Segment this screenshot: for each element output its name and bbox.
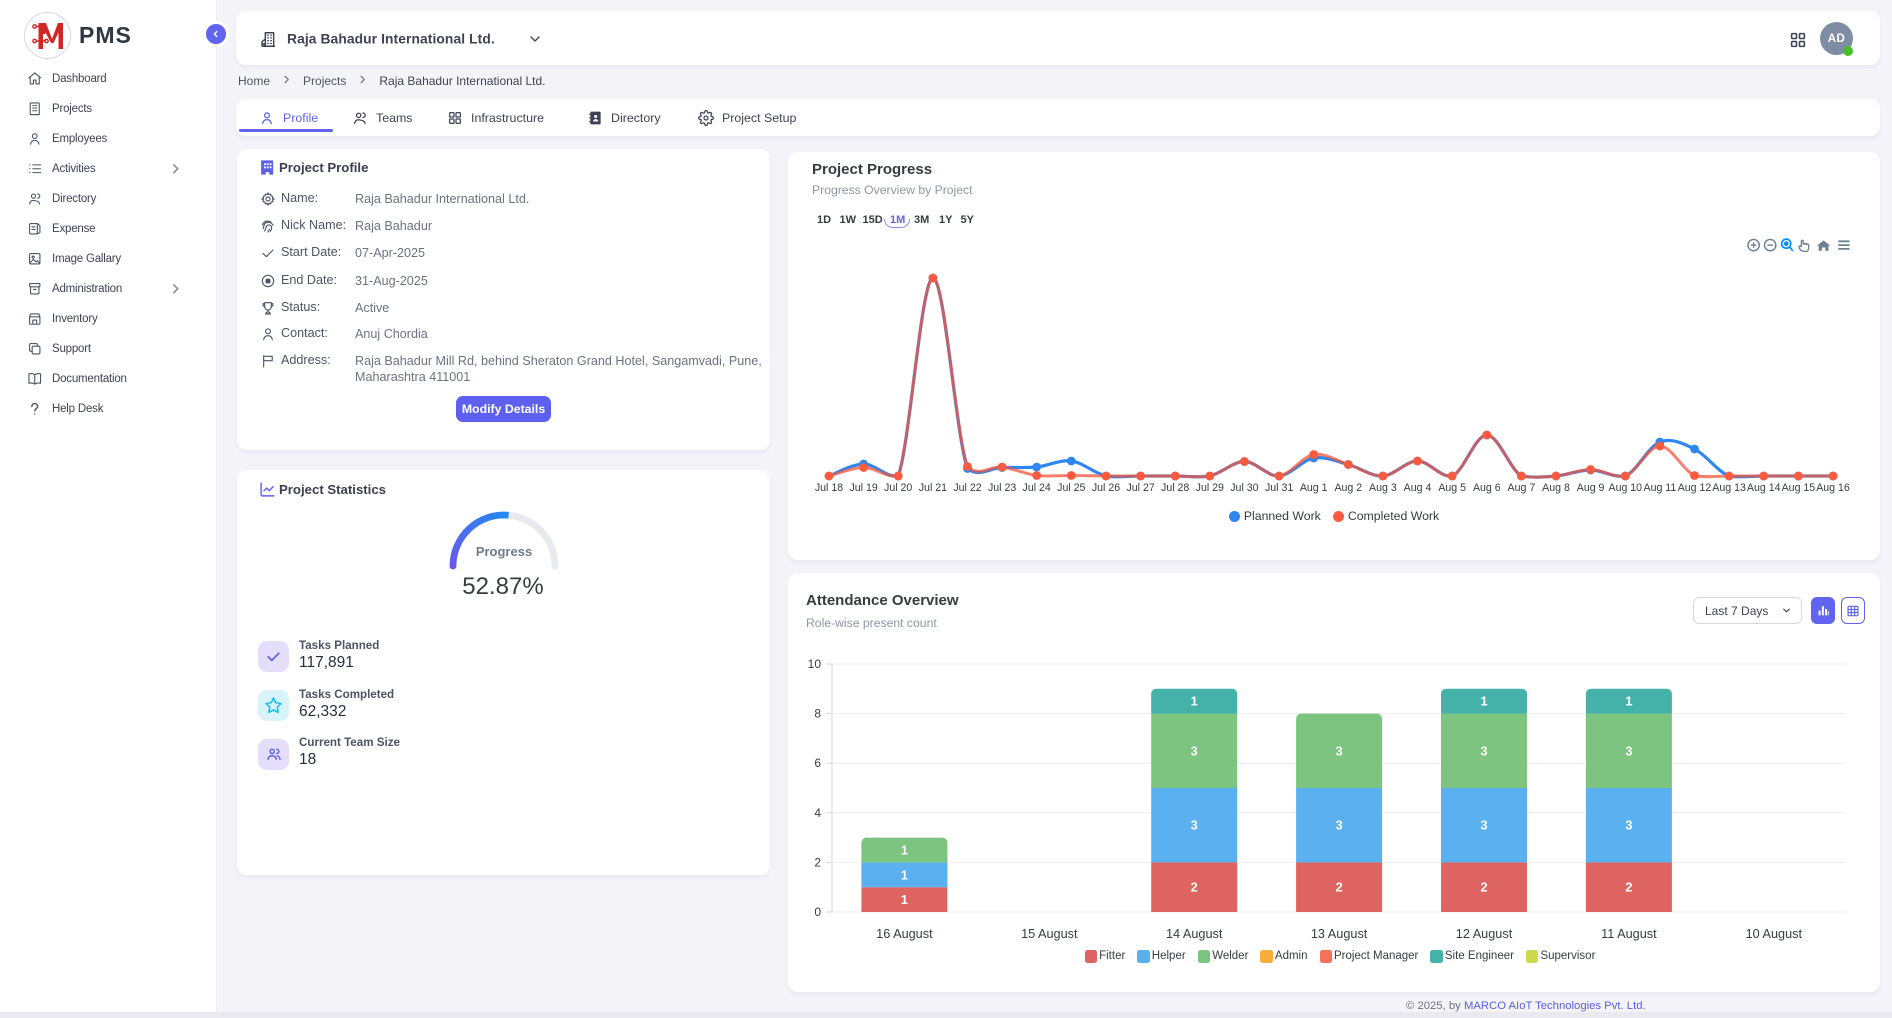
svg-text:1: 1 [901,893,908,907]
svg-text:3: 3 [1191,744,1198,758]
svg-text:3: 3 [1336,744,1343,758]
svg-text:1: 1 [1191,695,1198,709]
svg-text:Aug 4: Aug 4 [1404,482,1432,494]
svg-text:Jul 26: Jul 26 [1092,482,1120,494]
svg-text:Jul 27: Jul 27 [1126,482,1154,494]
svg-text:Jul 24: Jul 24 [1023,482,1051,494]
svg-text:Aug 16: Aug 16 [1816,482,1850,494]
svg-text:Jul 20: Jul 20 [884,482,912,494]
svg-text:2: 2 [1336,881,1343,895]
svg-text:Aug 13: Aug 13 [1712,482,1746,494]
svg-text:3: 3 [1625,744,1632,758]
svg-text:Progress: Progress [476,544,532,559]
svg-text:10 August: 10 August [1746,927,1803,941]
svg-text:3: 3 [1625,819,1632,833]
svg-text:8: 8 [814,707,821,721]
svg-text:16 August: 16 August [876,927,933,941]
svg-text:Aug 12: Aug 12 [1678,482,1712,494]
svg-text:Aug 9: Aug 9 [1577,482,1605,494]
svg-text:Jul 19: Jul 19 [849,482,877,494]
svg-text:11 August: 11 August [1601,927,1657,941]
svg-text:10: 10 [808,657,822,671]
svg-text:Jul 31: Jul 31 [1265,482,1293,494]
svg-text:52.87%: 52.87% [462,573,543,600]
svg-text:12 August: 12 August [1456,927,1513,941]
svg-text:Jul 22: Jul 22 [953,482,981,494]
svg-text:13 August: 13 August [1311,927,1368,941]
svg-text:Jul 30: Jul 30 [1230,482,1258,494]
svg-text:2: 2 [1625,881,1632,895]
svg-text:Aug 6: Aug 6 [1473,482,1501,494]
svg-text:15 August: 15 August [1021,927,1078,941]
svg-text:Aug 8: Aug 8 [1542,482,1570,494]
svg-text:Aug 7: Aug 7 [1508,482,1536,494]
svg-text:Jul 21: Jul 21 [919,482,947,494]
svg-text:Aug 10: Aug 10 [1609,482,1643,494]
svg-text:Jul 23: Jul 23 [988,482,1016,494]
svg-text:2: 2 [814,855,821,869]
svg-text:2: 2 [1191,881,1198,895]
svg-text:Jul 28: Jul 28 [1161,482,1189,494]
svg-text:6: 6 [814,756,821,770]
svg-text:Jul 29: Jul 29 [1196,482,1224,494]
svg-text:1: 1 [1480,695,1487,709]
svg-text:Aug 1: Aug 1 [1300,482,1328,494]
svg-text:Aug 14: Aug 14 [1747,482,1781,494]
svg-text:Aug 15: Aug 15 [1782,482,1816,494]
svg-text:1: 1 [901,868,908,882]
svg-text:Aug 5: Aug 5 [1438,482,1466,494]
svg-text:1: 1 [1625,695,1632,709]
svg-text:3: 3 [1336,819,1343,833]
svg-text:Aug 11: Aug 11 [1644,482,1677,494]
svg-text:3: 3 [1480,819,1487,833]
svg-text:0: 0 [814,905,821,919]
svg-text:3: 3 [1480,744,1487,758]
svg-text:Jul 25: Jul 25 [1057,482,1085,494]
svg-text:1: 1 [901,844,908,858]
svg-text:14 August: 14 August [1166,927,1223,941]
svg-text:3: 3 [1191,819,1198,833]
svg-text:Jul 18: Jul 18 [815,482,843,494]
svg-text:Aug 2: Aug 2 [1334,482,1362,494]
svg-text:2: 2 [1480,881,1487,895]
svg-text:4: 4 [814,806,821,820]
svg-text:Aug 3: Aug 3 [1369,482,1397,494]
